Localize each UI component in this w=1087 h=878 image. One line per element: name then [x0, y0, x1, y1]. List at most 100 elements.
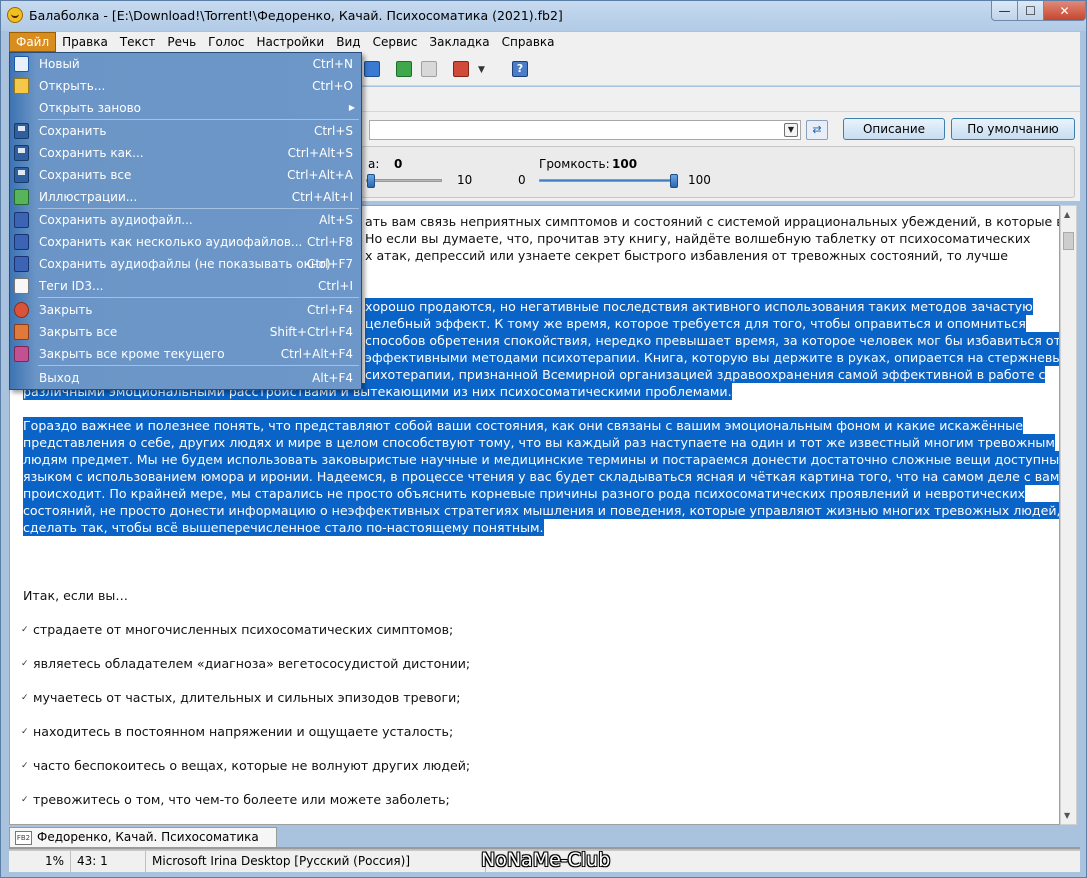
selected-text-line: людям предмет. Мы не будем использовать …	[23, 451, 1059, 468]
checkmark-icon: ✓	[21, 761, 29, 771]
title-bar: Балаболка - [E:\Download!\Torrent!\Федор…	[1, 1, 1086, 31]
menu-item-close-all[interactable]: Закрыть все Shift+Ctrl+F4	[10, 321, 361, 343]
menu-tools[interactable]: Сервис	[367, 32, 424, 52]
selected-text-line: состояний, не просто донести информацию …	[23, 502, 1059, 519]
selected-text-line: сихотерапии, признанной Всемирной органи…	[365, 366, 1046, 383]
volume-min-label: 0	[518, 173, 526, 187]
menu-item-close-others[interactable]: Закрыть все кроме текущего Ctrl+Alt+F4	[10, 343, 361, 365]
rate-slider-thumb[interactable]	[367, 174, 375, 188]
menu-item-save-audio-silent[interactable]: Сохранить аудиофайлы (не показывать окно…	[10, 253, 361, 275]
volume-slider[interactable]	[539, 174, 678, 188]
menu-separator	[38, 365, 359, 366]
swap-voice-button[interactable]: ⇄	[806, 120, 828, 140]
menu-separator	[38, 297, 359, 298]
menu-item-save-as[interactable]: Сохранить как... Ctrl+Alt+S	[10, 142, 361, 164]
volume-max-label: 100	[688, 173, 711, 187]
save-audio-icon	[14, 212, 29, 228]
menu-speech[interactable]: Речь	[161, 32, 202, 52]
help-icon[interactable]: ?	[512, 61, 528, 77]
open-folder-icon	[14, 78, 29, 94]
volume-label: Громкость:	[539, 157, 610, 171]
file-menu-dropdown: Новый Ctrl+N Открыть... Ctrl+O Открыть з…	[9, 52, 362, 390]
menu-item-exit[interactable]: Выход Alt+F4	[10, 367, 361, 389]
status-voice: Microsoft Irina Desktop [Русский (Россия…	[146, 851, 486, 872]
selected-text-line: сделать так, чтобы всё вышеперечисленное…	[23, 519, 544, 536]
checkmark-icon: ✓	[21, 727, 29, 737]
new-document-icon	[14, 56, 29, 72]
scroll-thumb[interactable]	[1063, 232, 1074, 250]
menu-item-illustrations[interactable]: Иллюстрации... Ctrl+Alt+I	[10, 186, 361, 208]
clipboard-read-icon[interactable]	[364, 61, 380, 77]
app-icon[interactable]	[7, 7, 23, 23]
list-item: мучаетесь от частых, длительных и сильны…	[33, 690, 461, 705]
menu-text[interactable]: Текст	[114, 32, 162, 52]
dropdown-arrow-icon[interactable]: ▼	[478, 65, 485, 75]
vertical-scrollbar[interactable]: ▲ ▼	[1060, 205, 1077, 825]
volume-slider-thumb[interactable]	[670, 174, 678, 188]
checkmark-icon: ✓	[21, 693, 29, 703]
menu-view[interactable]: Вид	[330, 32, 366, 52]
describe-button[interactable]: Описание	[843, 118, 945, 140]
close-button[interactable]: ✕	[1043, 1, 1086, 21]
menu-item-close[interactable]: Закрыть Ctrl+F4	[10, 299, 361, 321]
selected-text-line: происходит. По крайней мере, мы старалис…	[23, 485, 1026, 502]
illustrations-icon	[14, 189, 29, 205]
status-zoom: 1%	[9, 851, 71, 872]
save-as-icon	[14, 145, 29, 161]
maximize-button[interactable]: ☐	[1017, 1, 1044, 21]
rate-value: 0	[394, 157, 403, 171]
menu-item-save[interactable]: Сохранить Ctrl+S	[10, 120, 361, 142]
disabled-tool-icon[interactable]	[421, 61, 437, 77]
menu-item-save-audio[interactable]: Сохранить аудиофайл... Alt+S	[10, 209, 361, 231]
convert-audio-icon[interactable]	[396, 61, 412, 77]
volume-value: 100	[612, 157, 638, 171]
selected-text-line: целебный эффект. К тому же время, которо…	[365, 315, 1026, 332]
menu-item-reopen[interactable]: Открыть заново ▶	[10, 97, 361, 119]
id3-tags-icon	[14, 278, 29, 294]
menu-item-save-multiple-audio[interactable]: Сохранить как несколько аудиофайлов... C…	[10, 231, 361, 253]
text-line: х атак, депрессий или узнаете секрет быс…	[365, 248, 1009, 263]
scroll-down-icon[interactable]: ▼	[1064, 811, 1070, 820]
default-button[interactable]: По умолчанию	[951, 118, 1075, 140]
menu-item-save-all[interactable]: Сохранить все Ctrl+Alt+A	[10, 164, 361, 186]
selected-text-line: хорошо продаются, но негативные последст…	[365, 298, 1033, 315]
rate-max-label: 10	[457, 173, 473, 187]
selected-text-line: представления о себе, других людях и мир…	[23, 434, 1055, 451]
menu-help[interactable]: Справка	[496, 32, 561, 52]
close-others-icon	[14, 346, 29, 362]
minimize-button[interactable]: —	[991, 1, 1018, 21]
menu-item-open[interactable]: Открыть... Ctrl+O	[10, 75, 361, 97]
text-line: Но если вы думаете, что, прочитав эту кн…	[365, 231, 1031, 246]
menu-item-new[interactable]: Новый Ctrl+N	[10, 53, 361, 75]
selected-text-line: эффективными методами психотерапии. Книг…	[365, 349, 1059, 366]
document-tab[interactable]: FB2 Федоренко, Качай. Психосоматика (202…	[9, 827, 277, 863]
text-line: Итак, если вы…	[23, 588, 128, 603]
save-multiple-audio-icon	[14, 234, 29, 250]
voice-select[interactable]: ▼	[369, 120, 801, 140]
fb2-file-icon: FB2	[15, 831, 32, 845]
menu-file[interactable]: Файл	[9, 32, 57, 52]
split-audio-icon[interactable]	[453, 61, 469, 77]
rate-slider[interactable]	[366, 174, 442, 188]
menu-edit[interactable]: Правка	[56, 32, 114, 52]
menu-settings[interactable]: Настройки	[250, 32, 330, 52]
chevron-down-icon[interactable]: ▼	[784, 123, 798, 137]
list-item: являетесь обладателем «диагноза» вегетос…	[33, 656, 471, 671]
selected-text-line: Гораздо важнее и полезнее понять, что пр…	[23, 417, 1023, 434]
text-line: ать вам связь неприятных симптомов и сос…	[365, 214, 1060, 229]
selected-text-line: языком с использованием юмора и иронии. …	[23, 468, 1059, 485]
menu-bookmark[interactable]: Закладка	[423, 32, 495, 52]
close-document-icon	[14, 302, 29, 318]
menu-voice[interactable]: Голос	[202, 32, 250, 52]
checkmark-icon: ✓	[21, 659, 29, 669]
watermark-logo: NoNaMe-Club	[481, 849, 611, 871]
speech-params-group: а: 0 10 Громкость: 100 0 100	[361, 146, 1075, 198]
save-icon	[14, 123, 29, 139]
menu-item-id3-tags[interactable]: Теги ID3... Ctrl+I	[10, 275, 361, 297]
status-cursor-position: 43: 1	[71, 851, 146, 872]
save-all-icon	[14, 167, 29, 183]
window-title: Балаболка - [E:\Download!\Torrent!\Федор…	[29, 8, 563, 23]
scroll-up-icon[interactable]: ▲	[1064, 210, 1070, 219]
selected-text-line: способов обретения спокойствия, нередко …	[365, 332, 1060, 349]
app-window: Балаболка - [E:\Download!\Torrent!\Федор…	[0, 0, 1087, 878]
